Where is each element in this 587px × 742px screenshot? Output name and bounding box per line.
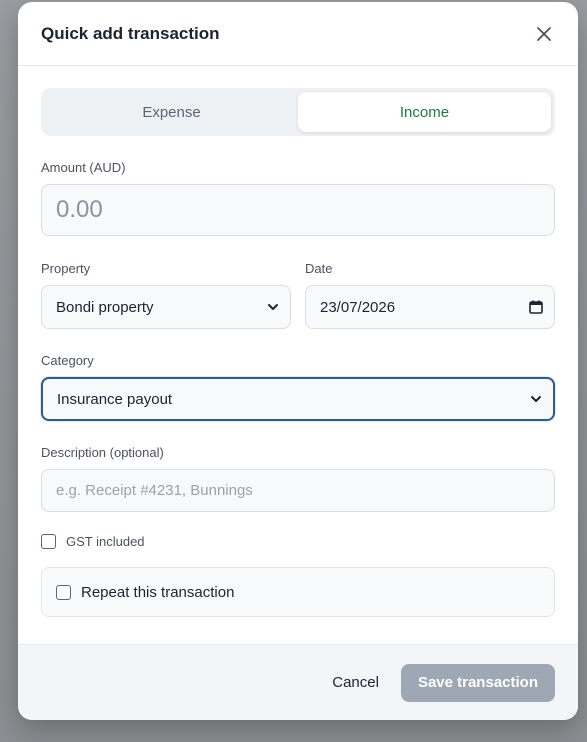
date-input[interactable]: 23/07/2026 xyxy=(305,285,555,329)
close-icon xyxy=(537,26,551,41)
description-input[interactable]: e.g. Receipt #4231, Bunnings xyxy=(41,469,555,512)
quick-add-modal: Quick add transaction Expense Income Amo… xyxy=(18,2,578,720)
repeat-label: Repeat this transaction xyxy=(81,583,235,601)
modal-footer: Cancel Save transaction xyxy=(18,644,578,720)
category-label: Category xyxy=(41,353,94,368)
calendar-icon[interactable] xyxy=(528,299,544,315)
repeat-checkbox[interactable] xyxy=(56,584,71,600)
cancel-button[interactable]: Cancel xyxy=(332,674,379,691)
property-label: Property xyxy=(41,261,91,276)
tab-expense[interactable]: Expense xyxy=(45,92,298,132)
gst-checkbox[interactable] xyxy=(41,534,56,549)
category-select[interactable]: Insurance payout xyxy=(41,377,555,421)
chevron-down-icon xyxy=(268,304,278,310)
description-placeholder: e.g. Receipt #4231, Bunnings xyxy=(56,482,253,499)
amount-label: Amount (AUD) xyxy=(41,160,126,175)
modal-title: Quick add transaction xyxy=(41,23,220,43)
repeat-row: Repeat this transaction xyxy=(41,567,555,617)
save-button[interactable]: Save transaction xyxy=(400,663,555,702)
property-select[interactable]: Bondi property xyxy=(41,285,291,329)
property-value: Bondi property xyxy=(56,298,154,316)
date-value: 23/07/2026 xyxy=(320,298,396,316)
transaction-type-toggle: Expense Income xyxy=(41,88,555,136)
amount-input[interactable]: 0.00 xyxy=(41,184,555,236)
modal-header: Quick add transaction xyxy=(18,2,578,66)
gst-label: GST included xyxy=(66,534,145,549)
chevron-down-icon xyxy=(531,396,541,402)
category-value: Insurance payout xyxy=(57,390,173,408)
close-button[interactable] xyxy=(532,22,556,46)
modal-body: Expense Income Amount (AUD) 0.00 Propert… xyxy=(18,66,578,617)
description-label: Description (optional) xyxy=(41,445,164,460)
tab-income[interactable]: Income xyxy=(298,92,551,132)
gst-row: GST included xyxy=(41,534,555,549)
date-label: Date xyxy=(305,261,333,276)
amount-placeholder: 0.00 xyxy=(56,196,103,223)
